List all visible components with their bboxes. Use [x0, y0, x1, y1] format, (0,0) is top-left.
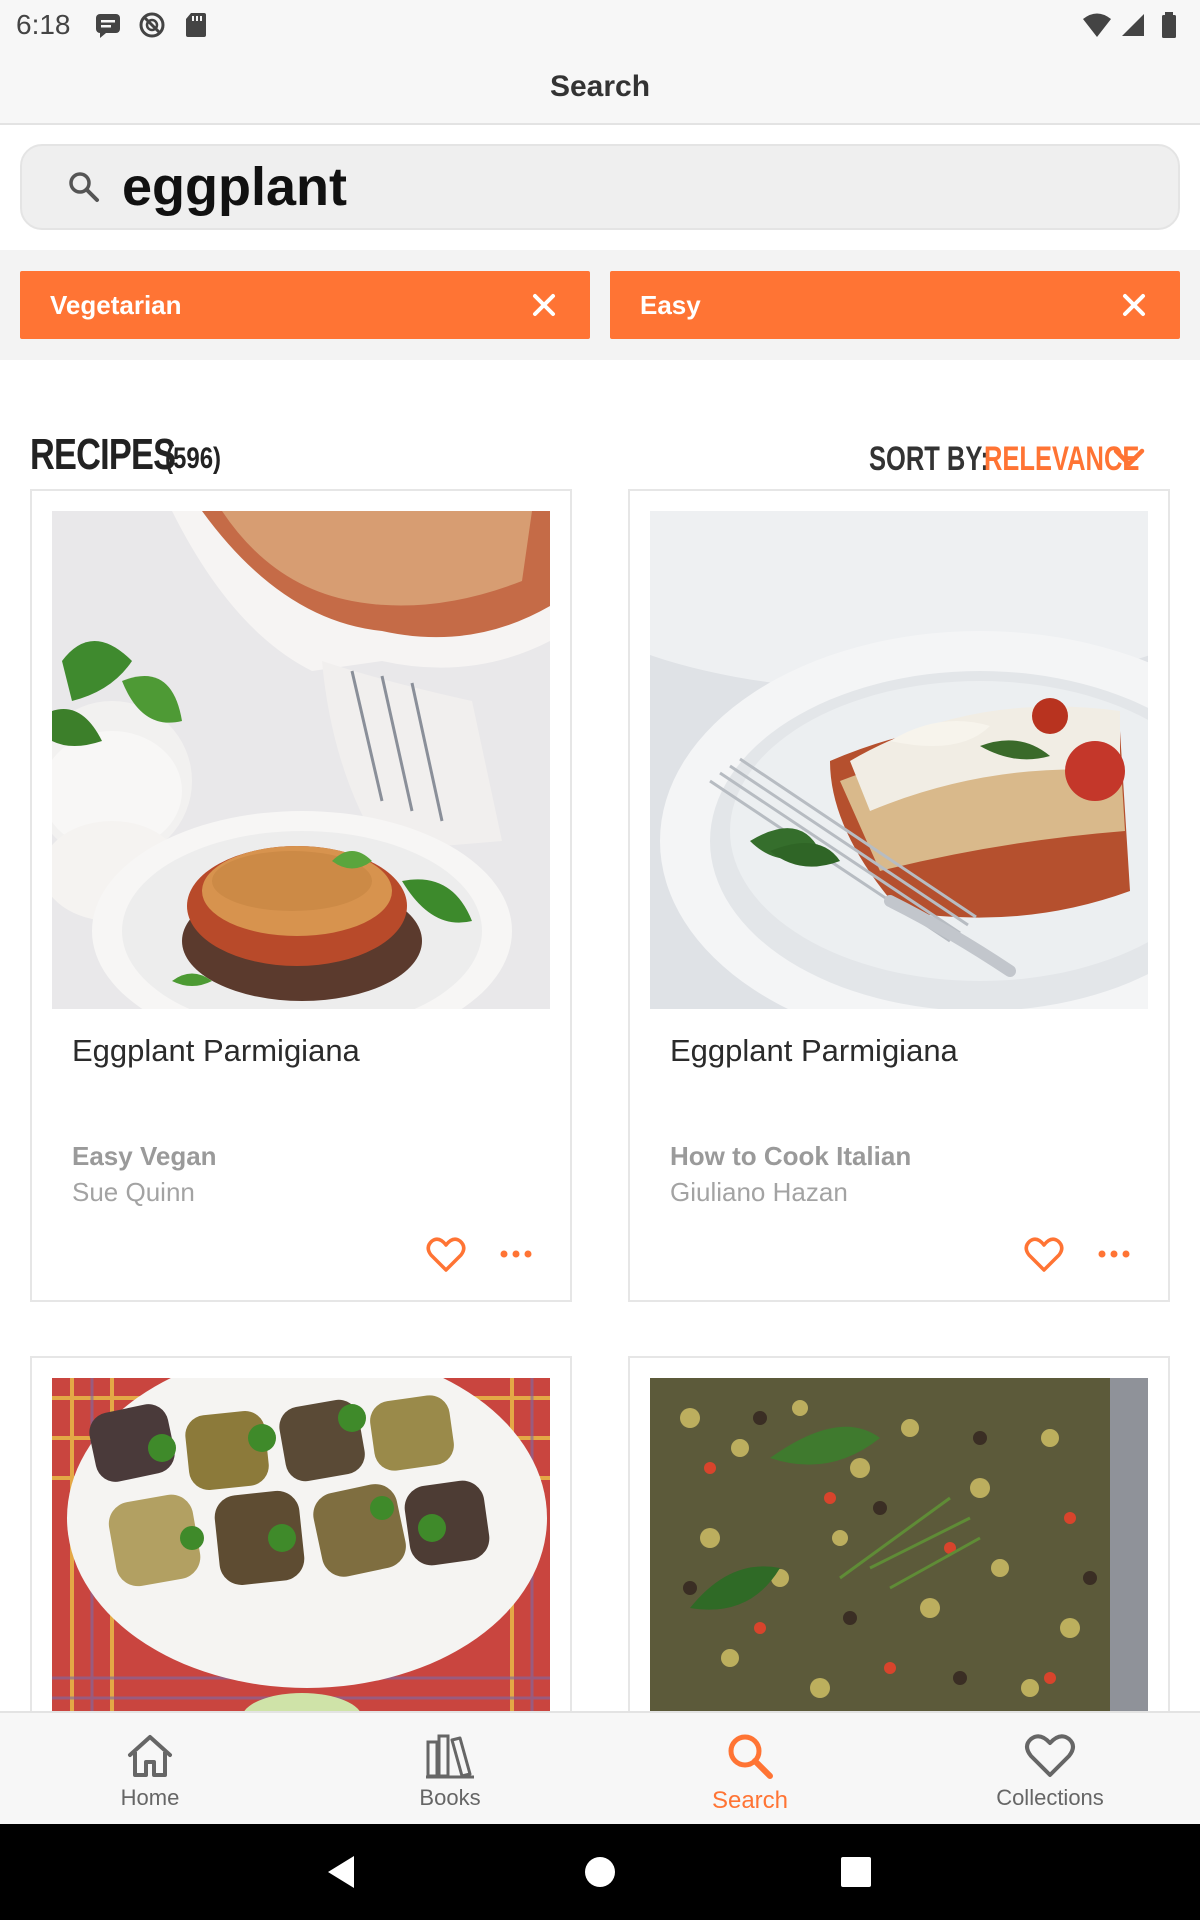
- nav-label: Search: [711, 1787, 789, 1814]
- status-time: 6:18: [16, 9, 71, 40]
- search-query[interactable]: eggplant: [122, 156, 347, 218]
- recipe-image[interactable]: [52, 1378, 550, 1718]
- filter-chip-label: Vegetarian: [50, 289, 182, 320]
- close-icon[interactable]: [528, 289, 560, 321]
- nav-label: Collections: [996, 1785, 1104, 1810]
- recents-icon[interactable]: [836, 1852, 876, 1892]
- sync-icon: [137, 10, 167, 40]
- sort-by-label: SORT BY:: [869, 440, 989, 478]
- back-icon[interactable]: [322, 1852, 362, 1892]
- recipe-author: Giuliano Hazan: [670, 1177, 848, 1207]
- recipe-book: Easy Vegan: [72, 1141, 217, 1171]
- status-icons-left: [93, 10, 211, 40]
- more-options-icon[interactable]: [1096, 1239, 1132, 1269]
- bottom-nav: Home Books Search Collections: [0, 1711, 1200, 1824]
- recipe-author: Sue Quinn: [72, 1177, 195, 1207]
- message-icon: [93, 10, 123, 40]
- nav-item-home[interactable]: Home: [0, 1713, 300, 1826]
- filter-chip-label: Easy: [640, 289, 701, 320]
- status-icons-right: [1082, 10, 1184, 40]
- recipe-image[interactable]: [52, 511, 550, 1009]
- nav-item-search[interactable]: Search: [600, 1713, 900, 1826]
- books-icon: [424, 1731, 476, 1781]
- more-options-icon[interactable]: [498, 1239, 534, 1269]
- recipe-image[interactable]: [650, 1378, 1148, 1718]
- heart-icon[interactable]: [426, 1237, 466, 1273]
- recipe-book: How to Cook Italian: [670, 1141, 912, 1171]
- filter-chip-easy[interactable]: Easy: [610, 271, 1180, 339]
- recipe-card[interactable]: Eggplant Parmigiana Easy Vegan Sue Quinn: [30, 489, 572, 1302]
- chevron-down-icon[interactable]: [1112, 446, 1146, 470]
- signal-icon: [1118, 10, 1148, 40]
- recipe-card[interactable]: Eggplant Parmigiana How to Cook Italian …: [628, 489, 1170, 1302]
- recipe-image[interactable]: [650, 511, 1148, 1009]
- results-count: (596): [165, 442, 222, 475]
- search-icon: [724, 1731, 776, 1781]
- system-nav-bar: [0, 1824, 1200, 1920]
- home-button-icon[interactable]: [580, 1852, 620, 1892]
- filter-chip-vegetarian[interactable]: Vegetarian: [20, 271, 590, 339]
- recipe-title[interactable]: Eggplant Parmigiana: [72, 1033, 360, 1069]
- recipe-title[interactable]: Eggplant Parmigiana: [670, 1033, 958, 1069]
- sd-card-icon: [181, 10, 211, 40]
- recipe-card[interactable]: [30, 1356, 572, 1718]
- results-title: RECIPES: [30, 430, 176, 479]
- close-icon[interactable]: [1118, 289, 1150, 321]
- search-icon: [64, 167, 104, 207]
- search-input[interactable]: eggplant: [20, 144, 1180, 230]
- heart-icon[interactable]: [1024, 1237, 1064, 1273]
- nav-label: Home: [120, 1785, 180, 1810]
- filter-strip: Vegetarian Easy: [0, 250, 1200, 360]
- page-title: Search: [549, 69, 651, 103]
- status-bar: 6:18: [0, 0, 1200, 50]
- results-header: RECIPES (596) SORT BY: RELEVANCE: [0, 420, 1200, 480]
- nav-item-collections[interactable]: Collections: [900, 1713, 1200, 1826]
- heart-icon: [1024, 1731, 1076, 1781]
- app-header: Search: [0, 50, 1200, 125]
- wifi-icon: [1082, 10, 1112, 40]
- battery-icon: [1154, 10, 1184, 40]
- recipe-card[interactable]: [628, 1356, 1170, 1718]
- home-icon: [124, 1731, 176, 1781]
- nav-label: Books: [419, 1785, 481, 1810]
- search-section: eggplant: [0, 127, 1200, 247]
- nav-item-books[interactable]: Books: [300, 1713, 600, 1826]
